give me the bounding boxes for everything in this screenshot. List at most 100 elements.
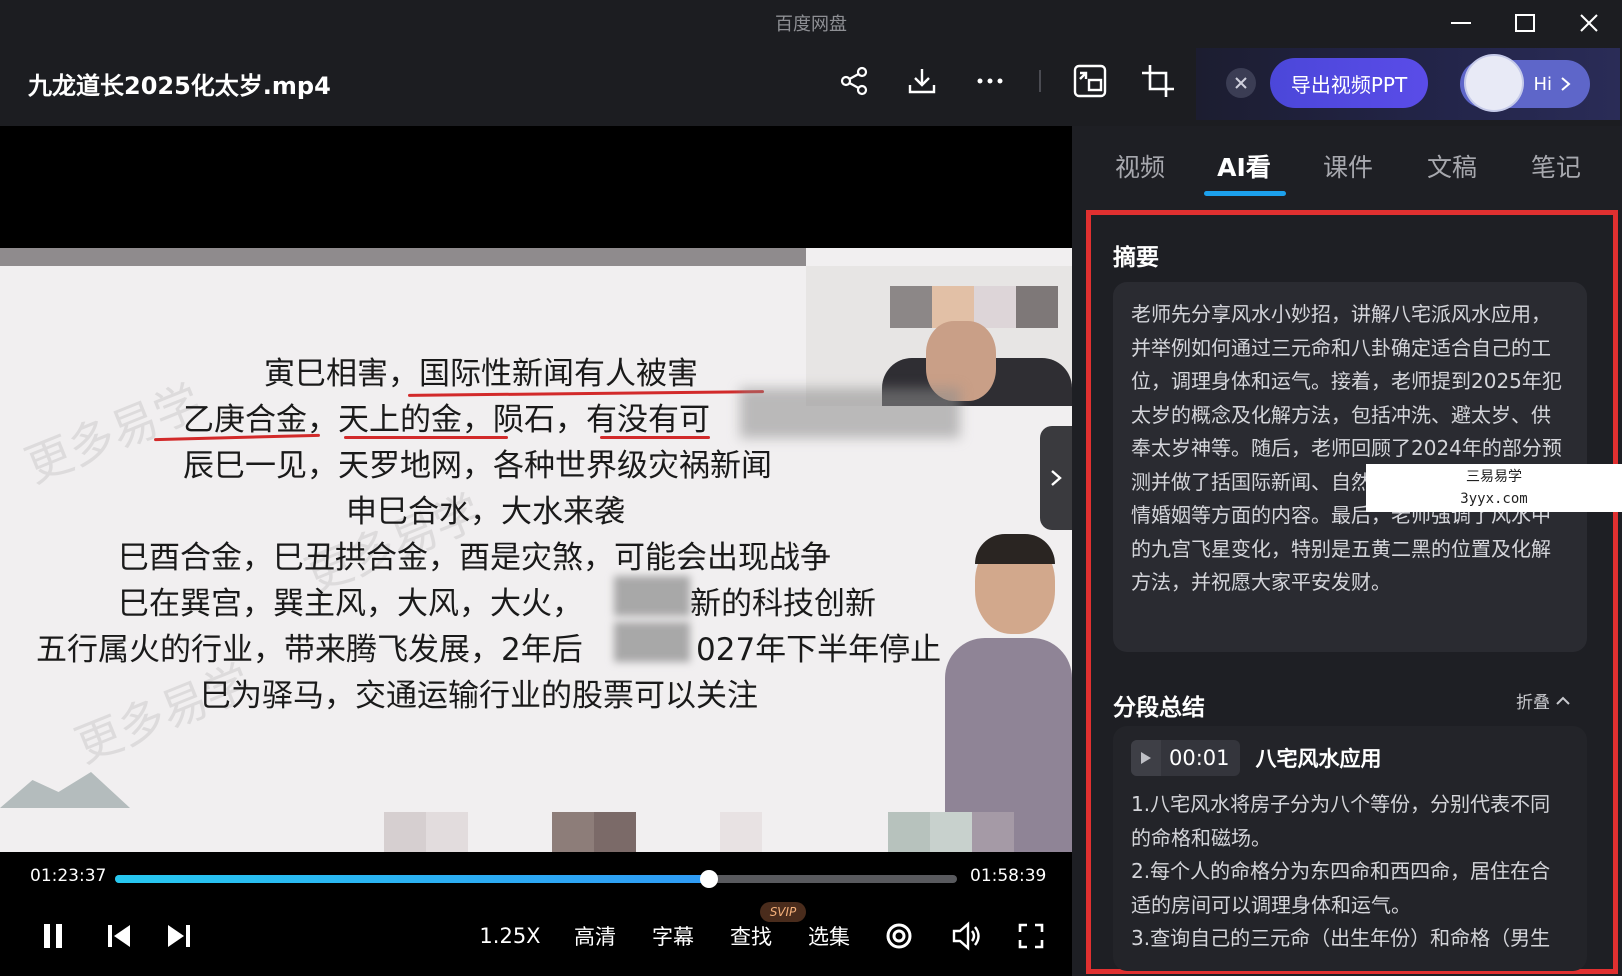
slide-line: 巳酉合金，巳丑拱合金，酉是灾煞，可能会出现战争 xyxy=(118,540,831,576)
slide-line: 巳在巽宫，巽主风，大风，大火， xyxy=(118,586,583,622)
site-watermark-name: 三易易学 xyxy=(1466,469,1522,485)
segment-timestamp-button[interactable]: 00:01 xyxy=(1131,740,1240,776)
settings-icon[interactable] xyxy=(882,916,916,956)
next-icon[interactable] xyxy=(164,916,194,956)
download-icon[interactable] xyxy=(903,62,941,100)
segment-point: 1.八宅风水将房子分为八个等份，分别代表不同的命格和磁场。 xyxy=(1131,792,1551,850)
title-bar: 百度网盘 九龙道长2025化太岁.mp4 导出视频PPT Hi xyxy=(0,0,1622,126)
app-window: 百度网盘 九龙道长2025化太岁.mp4 导出视频PPT Hi 更多易学 更多易… xyxy=(0,0,1622,976)
promo-close-icon[interactable] xyxy=(1226,68,1256,98)
tab-courseware[interactable]: 课件 xyxy=(1296,140,1400,190)
site-watermark-url: 3yyx.com xyxy=(1460,491,1528,507)
player-controls: 1.25X 高清 字幕 SVIP 查找 选集 xyxy=(0,896,1072,976)
episodes-button[interactable]: 选集 xyxy=(804,916,854,956)
camera-overlay-small xyxy=(806,266,1072,406)
slide-line: 申巳合水，大水来袭 xyxy=(346,494,625,530)
mosaic-block xyxy=(426,812,468,852)
segment-card: 00:01 八宅风水应用 1.八宅风水将房子分为八个等份，分别代表不同的命格和磁… xyxy=(1113,726,1587,971)
annotation-underline xyxy=(600,436,710,439)
mosaic-block xyxy=(974,286,1016,328)
slide-top-bar xyxy=(0,248,806,266)
video-frame: 更多易学 更多易学 更多易学 寅巳相害，国际性新闻有人被害 乙庚合金，天上的金，… xyxy=(0,248,1072,852)
site-watermark: 三易易学 3yyx.com xyxy=(1366,464,1622,512)
mosaic-block xyxy=(1016,286,1058,328)
screenshot-icon[interactable] xyxy=(1071,62,1109,100)
mosaic-block xyxy=(384,812,426,852)
quality-button[interactable]: 高清 xyxy=(570,916,620,956)
file-name: 九龙道长2025化太岁.mp4 xyxy=(28,72,331,100)
search-button[interactable]: 查找 xyxy=(726,916,776,956)
assistant-avatar xyxy=(1464,54,1524,112)
blurred-region xyxy=(614,622,690,662)
blurred-region xyxy=(614,576,690,616)
tab-video[interactable]: 视频 xyxy=(1088,140,1192,190)
pause-icon[interactable] xyxy=(38,916,68,956)
slide-line: 五行属火的行业，带来腾飞发展，2年后 xyxy=(36,632,583,668)
slide-decoration xyxy=(0,772,130,808)
mosaic-block xyxy=(552,812,594,852)
annotation-underline xyxy=(344,436,508,439)
segment-points: 1.八宅风水将房子分为八个等份，分别代表不同的命格和磁场。 2.每个人的命格分为… xyxy=(1131,788,1569,956)
slide-line: 寅巳相害，国际性新闻有人被害 xyxy=(264,356,698,392)
chevron-up-icon xyxy=(1556,696,1570,705)
collapse-label: 折叠 xyxy=(1516,693,1550,713)
subtitle-button[interactable]: 字幕 xyxy=(648,916,698,956)
slide-line: 辰巳一见，天罗地网，各种世界级灾祸新闻 xyxy=(183,448,772,484)
fullscreen-icon[interactable] xyxy=(1014,916,1048,956)
progress-fill xyxy=(115,875,709,883)
progress-bar[interactable] xyxy=(115,870,957,888)
toolbar-divider xyxy=(1039,70,1041,92)
segments-title: 分段总结 xyxy=(1113,695,1205,721)
share-icon[interactable] xyxy=(835,62,873,100)
video-player[interactable]: 更多易学 更多易学 更多易学 寅巳相害，国际性新闻有人被害 乙庚合金，天上的金，… xyxy=(0,126,1072,976)
crop-icon[interactable] xyxy=(1139,62,1177,100)
previous-icon[interactable] xyxy=(104,916,134,956)
slide-line: 巳为驿马，交通运输行业的股票可以关注 xyxy=(200,678,758,714)
slide-line: 乙庚合金，天上的金，陨石，有没有可 xyxy=(183,402,710,438)
chevron-right-icon xyxy=(1561,77,1571,91)
volume-icon[interactable] xyxy=(950,916,984,956)
progress-row: 01:23:37 01:58:39 xyxy=(0,852,1072,902)
progress-thumb[interactable] xyxy=(699,870,718,888)
slide-watermark: 更多易学 xyxy=(17,374,209,494)
summary-title: 摘要 xyxy=(1113,245,1159,271)
presenter-hair xyxy=(975,534,1055,564)
window-controls xyxy=(1444,6,1606,40)
summary-text: 老师先分享风水小妙招，讲解八宅派风水应用，并举例如何通过三元命和八卦确定适合自己… xyxy=(1131,302,1562,594)
tab-ai-watch[interactable]: AI看 xyxy=(1192,140,1296,196)
total-time: 01:58:39 xyxy=(970,866,1047,886)
mosaic-block xyxy=(890,286,932,328)
maximize-icon[interactable] xyxy=(1508,6,1542,40)
segment-header: 00:01 八宅风水应用 xyxy=(1131,736,1569,780)
slide-line: 新的科技创新 xyxy=(690,586,876,622)
close-icon[interactable] xyxy=(1572,6,1606,40)
segment-title: 八宅风水应用 xyxy=(1255,747,1382,771)
collapse-button[interactable]: 折叠 xyxy=(1516,688,1570,713)
segment-point: 2.每个人的命格分为东四命和西四命，居住在合适的房间可以调理身体和运气。 xyxy=(1131,859,1551,917)
presenter-video xyxy=(945,534,1072,852)
minimize-icon[interactable] xyxy=(1444,6,1478,40)
assistant-label: Hi xyxy=(1533,73,1552,95)
play-icon xyxy=(1131,740,1161,776)
mosaic-block xyxy=(888,812,930,852)
segment-point: 3.查询自己的三元命（出生年份）和命格（男生 xyxy=(1131,926,1551,950)
chevron-right-icon xyxy=(1051,470,1062,486)
side-panel: 视频 AI看 课件 文稿 笔记 摘要 老师先分享风水小妙招，讲解八宅派风水应用，… xyxy=(1072,126,1622,976)
current-time: 01:23:37 xyxy=(30,866,107,886)
panel-toggle-button[interactable] xyxy=(1040,426,1072,530)
export-ppt-button[interactable]: 导出视频PPT xyxy=(1270,58,1428,108)
speed-button[interactable]: 1.25X xyxy=(478,916,542,956)
mosaic-block xyxy=(930,812,972,852)
blurred-region xyxy=(740,388,960,438)
slide-line: 027年下半年停止 xyxy=(696,632,942,668)
segment-time: 00:01 xyxy=(1169,746,1230,770)
more-icon[interactable] xyxy=(971,62,1009,100)
tab-notes[interactable]: 笔记 xyxy=(1504,140,1608,190)
mosaic-block xyxy=(594,812,636,852)
mosaic-block xyxy=(972,812,1014,852)
promo-banner: 导出视频PPT Hi xyxy=(1196,48,1620,120)
file-toolbar xyxy=(835,62,1177,100)
ai-assistant-button[interactable]: Hi xyxy=(1460,54,1590,112)
mosaic-block xyxy=(720,812,762,852)
tab-transcript[interactable]: 文稿 xyxy=(1400,140,1504,190)
